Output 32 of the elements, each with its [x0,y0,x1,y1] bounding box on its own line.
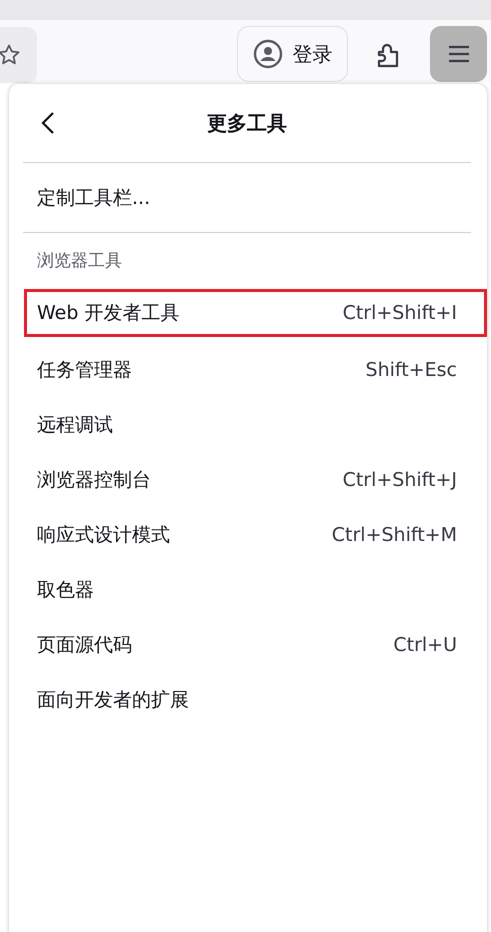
menu-item[interactable]: 取色器 [23,562,471,617]
menu-item-label: 远程调试 [37,412,113,438]
menu-item[interactable]: 页面源代码 Ctrl+U [23,617,471,672]
menu-item[interactable]: 面向开发者的扩展 [23,672,471,727]
menu-item[interactable]: 定制工具栏... [23,163,471,232]
menu-item-label: 面向开发者的扩展 [37,688,189,712]
shortcut-label: Ctrl+Shift+I [342,302,457,324]
menu-item[interactable]: 响应式设计模式 Ctrl+Shift+M [23,507,471,562]
menu-item-label: 任务管理器 [37,358,132,382]
back-button[interactable] [41,111,55,135]
shortcut-label: Ctrl+U [393,634,457,656]
menu-title: 更多工具 [207,110,287,136]
menu-item-label: 响应式设计模式 [37,522,170,548]
chevron-left-icon [41,111,55,135]
menu-item[interactable]: Web 开发者工具 Ctrl+Shift+I [24,289,487,337]
shortcut-label: Ctrl+Shift+J [342,468,457,490]
shortcut-label: Ctrl+Shift+M [332,524,457,546]
menu-item-label: 浏览器控制台 [37,468,151,492]
menu-item[interactable]: 任务管理器 Shift+Esc [23,342,471,397]
star-icon [0,43,21,67]
menu-button[interactable] [430,26,487,82]
menu-item-label: 取色器 [37,578,94,602]
shortcut-label: Shift+Esc [366,358,457,380]
account-icon [252,39,282,69]
menu-item-label: 页面源代码 [37,632,132,658]
section-heading: 浏览器工具 [36,250,123,272]
bookmark-button[interactable] [0,27,37,83]
menu-item[interactable]: 远程调试 [23,397,471,452]
sign-in-button[interactable]: 登录 [237,26,348,82]
menu-item[interactable]: 浏览器控制台 Ctrl+Shift+J [23,452,471,507]
menu-icon [448,45,470,63]
menu-item-label: Web 开发者工具 [37,301,180,326]
